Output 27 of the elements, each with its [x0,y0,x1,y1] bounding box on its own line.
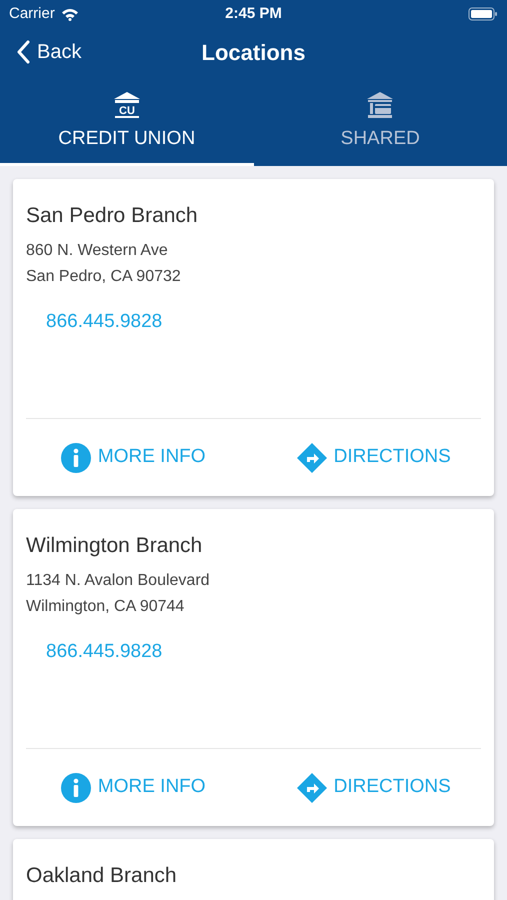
status-time: 2:45 PM [225,4,282,24]
info-icon [60,772,91,802]
directions-button[interactable]: DIRECTIONS [254,772,494,802]
phone-link[interactable]: 866.445.9828 [46,639,162,665]
address-line: Wilmington, CA 90744 [26,597,186,617]
phone-link[interactable]: 866.445.9828 [46,309,162,335]
more-info-button[interactable]: MORE INFO [13,772,254,802]
branch-name: Oakland Branch [26,863,178,889]
address-line: 860 N. Western Ave [26,241,169,261]
wifi-icon [60,8,79,20]
address-line: 1134 N. Avalon Boulevard [26,571,211,591]
branch-name: Wilmington Branch [26,533,204,559]
chevron-left-icon [16,40,30,64]
back-button[interactable]: Back [16,37,82,67]
tab[interactable]: SHARED [254,76,507,166]
directions-icon [296,772,327,802]
battery-icon [468,7,498,21]
address-line: San Pedro, CA 90732 [26,267,182,287]
info-icon [60,442,91,472]
directions-button[interactable]: DIRECTIONS [254,442,494,472]
tab[interactable]: CU CREDIT UNION [0,76,254,166]
carrier-label: Carrier [9,4,55,24]
page-title: Locations [202,38,306,66]
branch-name: San Pedro Branch [26,203,199,229]
more-info-button[interactable]: MORE INFO [13,442,254,472]
bank-card-icon [365,91,396,120]
directions-icon [296,442,327,472]
